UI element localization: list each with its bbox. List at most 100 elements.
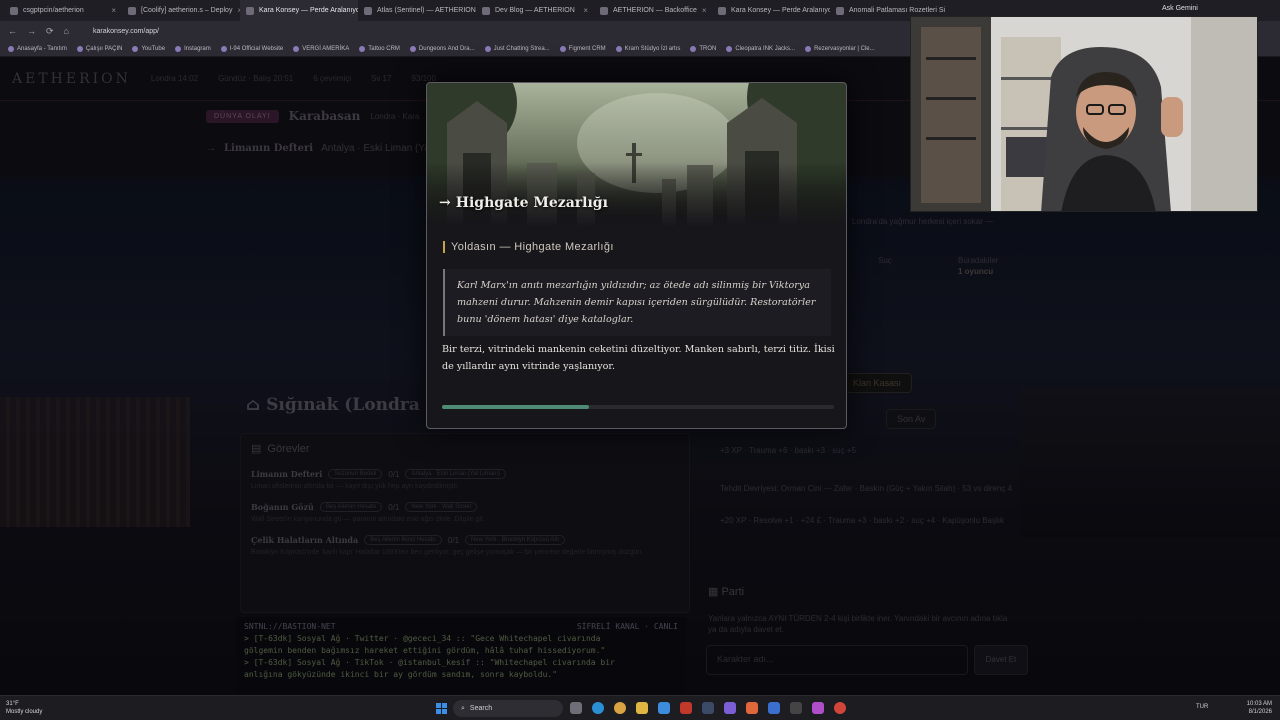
bookmark-favicon-icon — [805, 45, 812, 52]
app-icon-purple[interactable] — [812, 702, 824, 714]
app-icon-red-2[interactable] — [834, 702, 846, 714]
url-text[interactable]: karakonsey.com/app/ — [93, 28, 159, 35]
bookmark-favicon-icon — [8, 45, 14, 52]
bookmark-label: Figment CRM — [568, 45, 606, 52]
travel-progress-bar — [442, 405, 834, 409]
bookmark-favicon-icon — [409, 45, 416, 52]
tab-label: Kara Konsey — Perde Aralanıyo — [259, 7, 358, 14]
bookmark-label: Anasayfa - Tanıtım — [17, 45, 67, 52]
file-explorer-icon[interactable] — [636, 702, 648, 714]
taskbar-search[interactable]: ⌕ Search — [453, 700, 563, 717]
tab-favicon-icon — [482, 6, 490, 15]
bookmark-item[interactable]: TRON — [690, 45, 717, 52]
tab-label: AETHERION — Backoffice — [613, 7, 697, 14]
bookmark-item[interactable]: I-94 Official Website — [220, 45, 284, 52]
tab-label: csgptpcin/aetherion — [23, 7, 84, 14]
store-icon[interactable] — [658, 702, 670, 714]
bookmark-label: Rezervasyonlar | Cle... — [814, 45, 875, 52]
tab-favicon-icon — [128, 6, 136, 15]
bookmark-item[interactable]: Rezervasyonlar | Cle... — [805, 45, 875, 52]
bookmark-item[interactable]: Figment CRM — [559, 45, 606, 52]
browser-tab[interactable]: Dev Blog — AETHERION × — [476, 0, 594, 21]
bookmark-label: Çalışıı PAÇIN — [85, 45, 123, 52]
discord-icon[interactable] — [724, 702, 736, 714]
bookmark-label: Kram Stüdyo İzl artıs — [624, 45, 681, 52]
windows-start-icon[interactable] — [436, 703, 447, 714]
bookmark-item[interactable]: Instagram — [175, 45, 211, 52]
close-tab-icon[interactable]: × — [583, 6, 588, 15]
bookmark-label: YouTube — [141, 45, 166, 52]
bookmark-label: Just Chatting Strea... — [493, 45, 550, 52]
bookmark-favicon-icon — [175, 45, 182, 52]
app-icon-red[interactable] — [680, 702, 692, 714]
bookmark-favicon-icon — [484, 45, 491, 52]
bookmark-item[interactable]: Cleopatra INK Jacks... — [726, 45, 796, 52]
bookmark-label: I-94 Official Website — [229, 45, 284, 52]
tab-favicon-icon — [10, 6, 18, 15]
bookmark-label: Instagram — [184, 45, 211, 52]
browser-tab[interactable]: Atlas (Sentinel) — AETHERION× — [358, 0, 476, 21]
task-view-icon[interactable] — [570, 702, 582, 714]
edge-icon[interactable] — [592, 702, 604, 714]
bookmark-label: Tattoo CRM — [368, 45, 400, 52]
bookmark-favicon-icon — [559, 45, 566, 52]
modal-title: → Highgate Mezarlığı — [439, 195, 608, 211]
chrome-icon[interactable] — [614, 702, 626, 714]
browser-tab[interactable]: [Coolify] aetherion.s – Deploy × — [122, 0, 240, 21]
tab-favicon-icon — [718, 6, 726, 15]
browser-tab[interactable]: AETHERION — Backoffice × — [594, 0, 712, 21]
bookmark-item[interactable]: VERGİ AMERİKA — [293, 45, 350, 52]
modal-subtitle: Yoldasın — Highgate Mezarlığı — [443, 241, 614, 253]
bookmark-item[interactable]: Çalışıı PAÇIN — [76, 45, 123, 52]
bookmark-item[interactable]: Anasayfa - Tanıtım — [8, 45, 67, 52]
profile-button[interactable]: Ask Gemini — [1162, 5, 1198, 12]
search-icon: ⌕ — [461, 704, 465, 712]
modal-quote: Karl Marx'ın anıtı mezarlığın yıldızıdır… — [443, 269, 831, 336]
bookmark-favicon-icon — [726, 45, 733, 52]
home-icon[interactable]: ⌂ — [64, 26, 69, 36]
windows-taskbar: 31°F Mostly cloudy ⌕ Search TUR 10:03 AM… — [0, 695, 1280, 720]
bookmark-favicon-icon — [615, 45, 622, 52]
browser-tab[interactable]: csgptpcin/aetherion × — [4, 0, 122, 21]
tab-label: Atlas (Sentinel) — AETHERION — [377, 7, 476, 14]
bookmark-favicon-icon — [293, 45, 300, 52]
location-modal: → Highgate Mezarlığı Yoldasın — Highgate… — [426, 82, 847, 429]
bookmark-item[interactable]: Tattoo CRM — [359, 45, 400, 52]
weather-widget[interactable]: 31°F Mostly cloudy — [6, 700, 42, 716]
clock[interactable]: 10:03 AM 8/1/2026 — [1247, 700, 1272, 716]
back-icon[interactable]: ← — [8, 26, 17, 36]
travel-progress-fill — [442, 405, 589, 409]
bookmark-label: TRON — [699, 45, 717, 52]
steam-icon[interactable] — [702, 702, 714, 714]
terminal-icon[interactable] — [790, 702, 802, 714]
bookmark-favicon-icon — [359, 45, 366, 52]
browser-tab[interactable]: Kara Konsey — Perde Aralanıyo× — [712, 0, 830, 21]
tab-label: Anomali Patlaması Rozetleri Si — [849, 7, 946, 14]
bookmark-label: Cleopatra INK Jacks... — [735, 45, 796, 52]
forward-icon[interactable]: → — [27, 26, 36, 36]
webcam-overlay — [910, 16, 1258, 212]
bookmark-item[interactable]: Just Chatting Strea... — [484, 45, 550, 52]
bookmark-label: Dungeons And Dra... — [418, 45, 475, 52]
close-tab-icon[interactable]: × — [702, 6, 707, 15]
bookmark-favicon-icon — [220, 45, 227, 52]
language-indicator[interactable]: TUR — [1196, 704, 1208, 710]
browser-tab[interactable]: Kara Konsey — Perde Aralanıyo× — [240, 0, 358, 21]
tab-label: Dev Blog — AETHERION — [495, 7, 575, 14]
reload-icon[interactable]: ⟳ — [46, 26, 54, 37]
arrow-right-icon: → — [439, 195, 451, 211]
tab-favicon-icon — [836, 6, 844, 15]
bookmark-favicon-icon — [690, 45, 697, 52]
close-tab-icon[interactable]: × — [111, 6, 116, 15]
bookmark-item[interactable]: YouTube — [132, 45, 166, 52]
bookmark-favicon-icon — [76, 45, 83, 52]
tab-favicon-icon — [600, 6, 608, 15]
bookmark-item[interactable]: Kram Stüdyo İzl artıs — [615, 45, 681, 52]
tab-favicon-icon — [364, 6, 372, 15]
app-icon-orange[interactable] — [746, 702, 758, 714]
bookmark-label: VERGİ AMERİKA — [302, 45, 350, 52]
app-icon-blue[interactable] — [768, 702, 780, 714]
bookmark-item[interactable]: Dungeons And Dra... — [409, 45, 475, 52]
tab-favicon-icon — [246, 6, 254, 15]
tab-label: [Coolify] aetherion.s – Deploy — [141, 7, 233, 14]
